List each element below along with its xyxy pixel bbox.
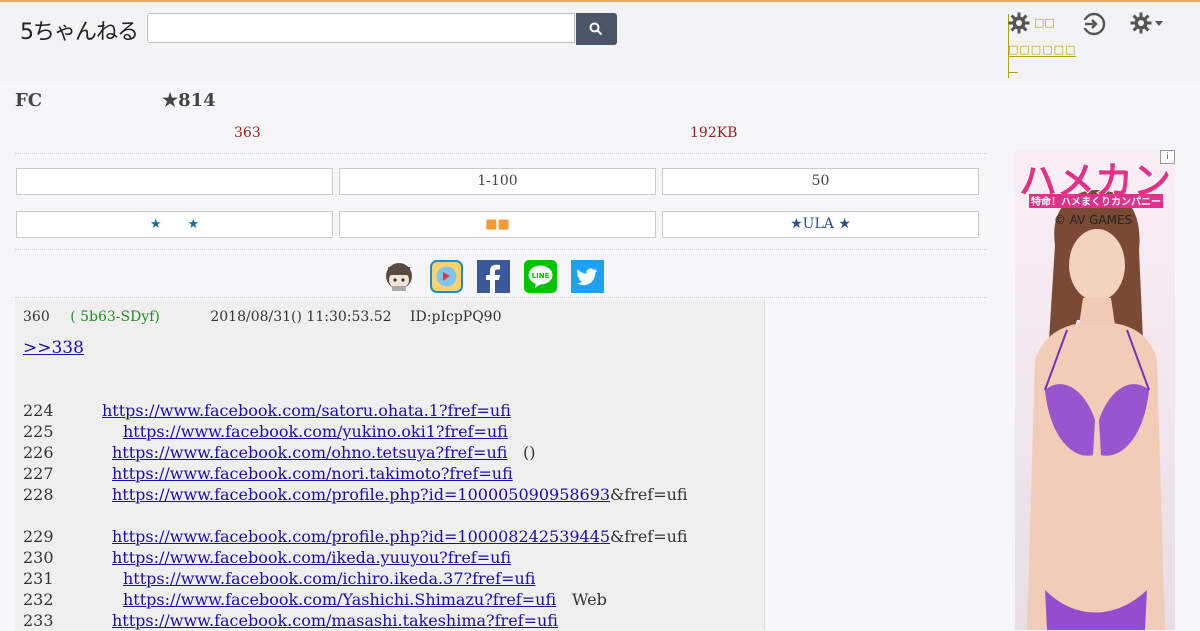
- nav-button-ula[interactable]: ★ULA ★: [662, 211, 979, 238]
- app-icon[interactable]: [430, 260, 463, 293]
- ad-banner[interactable]: ハメカン 特命！ハメまくりカンパニー © AV GAMES: [1015, 150, 1175, 630]
- post-name: ( 5b63-SDyf): [70, 309, 160, 325]
- line-number: 224: [23, 401, 54, 420]
- top-bar: 5ちゃんねる □□ □□□□□□: [0, 0, 1200, 84]
- line-number: 225: [23, 422, 54, 441]
- tool-bracket-foot: [1008, 72, 1018, 73]
- ad-subtitle: 特命！ハメまくりカンパニー: [1031, 195, 1161, 208]
- line-icon[interactable]: LINE: [524, 260, 557, 293]
- twitter-icon[interactable]: [571, 260, 604, 293]
- search-bar: [147, 13, 617, 45]
- post: 360 ( 5b63-SDyf) 2018/08/31() 11:30:53.5…: [15, 300, 765, 630]
- tool-label-top: □□: [1034, 16, 1055, 29]
- facebook-profile-link[interactable]: https://www.facebook.com/masashi.takeshi…: [112, 610, 558, 631]
- facebook-profile-link[interactable]: https://www.facebook.com/satoru.ohata.1?…: [102, 400, 511, 421]
- line-number: 227: [23, 464, 54, 483]
- line-number: 231: [23, 569, 54, 588]
- nav-button-row-2: ★ ★ ■■ ★ULA ★: [16, 211, 981, 239]
- nav-button-row-1: 1-100 50: [16, 168, 981, 196]
- search-button[interactable]: [576, 13, 617, 45]
- post-date: 2018/08/31() 11:30:53.52: [210, 309, 392, 325]
- nav-button-1-100[interactable]: 1-100: [339, 168, 656, 195]
- facebook-profile-link[interactable]: https://www.facebook.com/profile.php?id=…: [112, 484, 610, 505]
- star-pair-label: ★ ★: [149, 217, 200, 232]
- facebook-profile-link[interactable]: https://www.facebook.com/yukino.oki1?fre…: [123, 421, 508, 442]
- site-logo[interactable]: 5ちゃんねる: [20, 14, 139, 46]
- line-number: 229: [23, 527, 54, 546]
- board-name: FC: [15, 90, 43, 111]
- facebook-profile-link[interactable]: https://www.facebook.com/ikeda.yuuyou?fr…: [112, 547, 511, 568]
- facebook-profile-link[interactable]: https://www.facebook.com/profile.php?id=…: [112, 526, 610, 547]
- divider: [15, 297, 987, 298]
- divider: [15, 153, 987, 154]
- line-number: 228: [23, 485, 54, 504]
- squares-label: ■■: [485, 217, 510, 232]
- facebook-profile-link[interactable]: https://www.facebook.com/nori.takimoto?f…: [112, 463, 513, 484]
- post-header: 360 ( 5b63-SDyf) 2018/08/31() 11:30:53.5…: [23, 309, 502, 325]
- share-bar: LINE: [383, 260, 613, 294]
- nav-button-squares[interactable]: ■■: [339, 211, 656, 238]
- reply-anchor-link[interactable]: >>338: [23, 338, 84, 358]
- res-count: 363: [234, 125, 261, 141]
- post-id[interactable]: ID:pIcpPQ90: [410, 309, 501, 325]
- facebook-icon[interactable]: [477, 260, 510, 293]
- nav-button-all[interactable]: [16, 168, 333, 195]
- thread-size: 192KB: [690, 125, 738, 141]
- login-icon[interactable]: [1082, 12, 1106, 36]
- svg-text:LINE: LINE: [532, 272, 550, 280]
- nav-button-board-link[interactable]: ★ ★: [16, 211, 333, 238]
- line-number: 233: [23, 611, 54, 630]
- header-tools: □□ □□□□□□: [1008, 12, 1198, 82]
- line-trailing-text: &fref=ufi: [610, 485, 688, 504]
- search-input[interactable]: [147, 13, 575, 43]
- facebook-profile-link[interactable]: https://www.facebook.com/ichiro.ikeda.37…: [123, 568, 535, 589]
- divider: [15, 249, 987, 250]
- line-number: 230: [23, 548, 54, 567]
- tool-label-bottom[interactable]: □□□□□□: [1008, 43, 1077, 57]
- line-number: 232: [23, 590, 54, 609]
- facebook-profile-link[interactable]: https://www.facebook.com/ohno.tetsuya?fr…: [112, 442, 507, 463]
- chan-avatar-icon[interactable]: [383, 260, 416, 293]
- post-number[interactable]: 360: [23, 309, 50, 325]
- nav-button-latest-50[interactable]: 50: [662, 168, 979, 195]
- ad-info-badge[interactable]: i: [1160, 150, 1175, 164]
- line-trailing-text: &fref=ufi: [610, 527, 688, 546]
- ad-image: ハメカン 特命！ハメまくりカンパニー © AV GAMES: [1015, 150, 1175, 630]
- settings-gear-icon[interactable]: [1008, 12, 1030, 34]
- line-number: 226: [23, 443, 54, 462]
- settings-menu-icon[interactable]: [1130, 12, 1166, 34]
- line-trailing-text: (): [523, 443, 536, 462]
- thread-title: ★814: [162, 90, 216, 111]
- search-icon: [589, 22, 603, 36]
- ad-brand: © AV GAMES: [1054, 213, 1132, 227]
- facebook-profile-link[interactable]: https://www.facebook.com/Yashichi.Shimaz…: [123, 589, 556, 610]
- line-trailing-text: Web: [572, 590, 607, 609]
